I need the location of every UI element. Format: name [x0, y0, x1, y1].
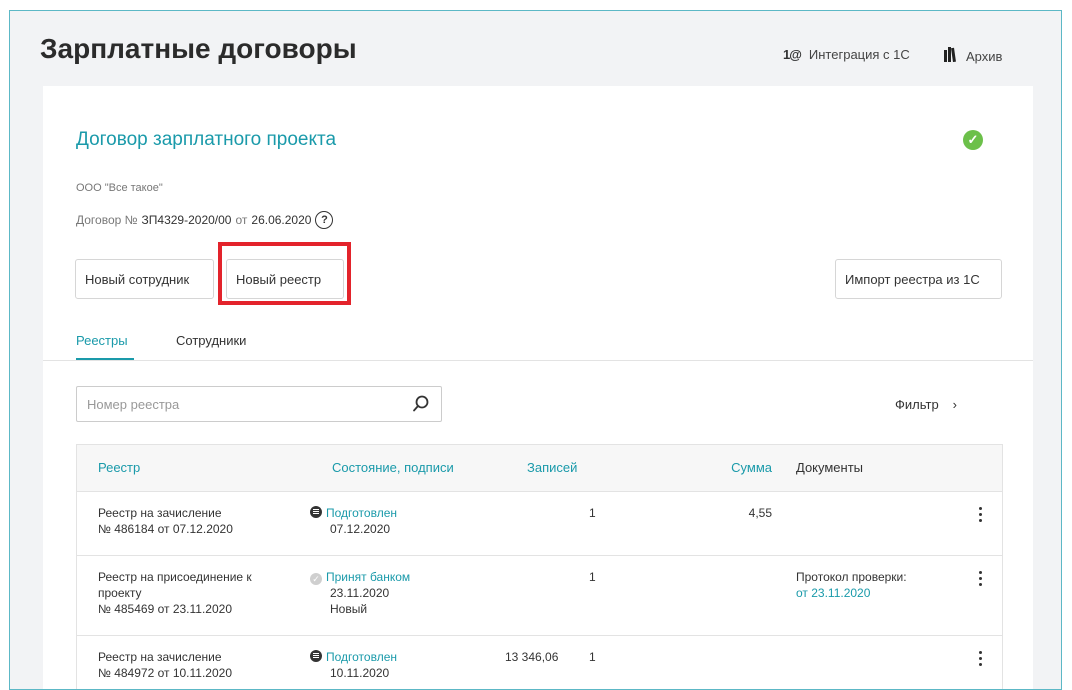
registry-cell: Реестр на присоединение к проекту № 4854… — [98, 569, 288, 617]
documents-cell: Протокол проверки: от 23.11.2020 — [796, 569, 907, 601]
status-link[interactable]: Принят банком — [326, 570, 410, 584]
check-circle-icon: ✓ — [963, 130, 983, 150]
registry-number: № 484972 от 10.11.2020 — [98, 666, 232, 680]
new-registry-button[interactable]: Новый реестр — [226, 259, 344, 299]
registry-cell: Реестр на зачисление № 486184 от 07.12.2… — [98, 505, 288, 537]
records-count: 1 — [589, 570, 596, 584]
help-icon[interactable]: ? — [315, 211, 334, 229]
document-icon — [310, 506, 322, 518]
records-count: 1 — [589, 506, 596, 520]
registry-number: № 485469 от 23.11.2020 — [98, 602, 232, 616]
registry-search — [76, 386, 442, 422]
more-vertical-icon[interactable] — [972, 507, 988, 525]
archive-link[interactable]: Архив — [944, 47, 1002, 65]
archive-label: Архив — [966, 48, 1003, 64]
import-registry-button[interactable]: Импорт реестра из 1С — [835, 259, 1002, 299]
status-link[interactable]: Подготовлен — [326, 650, 397, 664]
table-row[interactable]: Реестр на зачисление № 486184 от 07.12.2… — [77, 492, 1002, 556]
registry-cell: Реестр на зачисление № 484972 от 10.11.2… — [98, 649, 288, 681]
document-link[interactable]: от 23.11.2020 — [796, 585, 907, 601]
status-cell: Подготовлен 10.11.2020 — [310, 649, 397, 681]
integration-1c-link[interactable]: 1@ Интеграция с 1С — [783, 47, 910, 62]
contract-date-prefix: от — [235, 213, 248, 227]
table-row[interactable]: Реестр на присоединение к проекту № 4854… — [77, 556, 1002, 636]
registries-table: Реестр Состояние, подписи Записей Сумма … — [76, 444, 1003, 689]
tab-registries[interactable]: Реестры — [76, 333, 128, 348]
filter-label: Фильтр — [895, 397, 939, 412]
document-label: Протокол проверки: — [796, 570, 907, 584]
page-title: Зарплатные договоры — [40, 33, 357, 64]
status-cell: ✓ Принят банком 23.11.2020 Новый — [310, 569, 410, 617]
tab-employees[interactable]: Сотрудники — [176, 333, 246, 348]
more-vertical-icon[interactable] — [972, 651, 988, 669]
filter-toggle[interactable]: Фильтр › — [895, 397, 957, 412]
status-note: Новый — [330, 602, 368, 616]
contract-number-prefix: Договор № — [76, 213, 138, 227]
registry-name: Реестр на присоединение к — [98, 570, 252, 584]
registry-name: Реестр на зачисление — [98, 506, 222, 520]
sum-value: 13 346,06 — [505, 650, 559, 664]
status-date: 07.12.2020 — [330, 522, 391, 536]
registry-search-input[interactable] — [77, 387, 389, 421]
table-row[interactable]: Реестр на зачисление № 484972 от 10.11.2… — [77, 636, 1002, 689]
column-records[interactable]: Записей — [527, 460, 577, 475]
status-date: 23.11.2020 — [330, 586, 390, 600]
status-date: 10.11.2020 — [330, 666, 390, 680]
records-count: 1 — [589, 650, 596, 664]
table-header: Реестр Состояние, подписи Записей Сумма … — [77, 445, 1002, 492]
page-frame: Зарплатные договоры 1@ Интеграция с 1С А… — [9, 10, 1062, 690]
column-documents: Документы — [796, 460, 864, 475]
document-icon — [310, 650, 322, 662]
column-registry[interactable]: Реестр — [98, 460, 140, 475]
tab-divider — [43, 360, 1033, 361]
new-employee-button[interactable]: Новый сотрудник — [75, 259, 214, 299]
contract-card: Договор зарплатного проекта ✓ ООО "Все т… — [43, 86, 1033, 689]
status-link[interactable]: Подготовлен — [326, 506, 397, 520]
sum-value: 4,55 — [748, 506, 772, 520]
registry-name-cont: проекту — [98, 586, 142, 600]
check-circle-icon: ✓ — [310, 573, 322, 585]
status-cell: Подготовлен 07.12.2020 — [310, 505, 397, 537]
integration-label: Интеграция с 1С — [808, 47, 910, 62]
more-vertical-icon[interactable] — [972, 571, 988, 589]
contract-date: 26.06.2020 — [251, 213, 312, 227]
organization-name: ООО "Все такое" — [76, 182, 163, 194]
search-icon[interactable] — [411, 394, 431, 414]
column-status[interactable]: Состояние, подписи — [332, 460, 454, 475]
contract-title[interactable]: Договор зарплатного проекта — [76, 129, 336, 151]
column-sum[interactable]: Сумма — [731, 460, 772, 475]
registry-number: № 486184 от 07.12.2020 — [98, 522, 233, 536]
chevron-right-icon: › — [952, 397, 958, 412]
1c-icon: 1@ — [783, 47, 802, 62]
contract-number: ЗП4329-2020/00 — [141, 213, 232, 227]
contract-number-line: Договор № ЗП4329-2020/00 от 26.06.2020 ? — [76, 211, 334, 229]
books-icon — [944, 47, 958, 65]
registry-name: Реестр на зачисление — [98, 650, 222, 664]
